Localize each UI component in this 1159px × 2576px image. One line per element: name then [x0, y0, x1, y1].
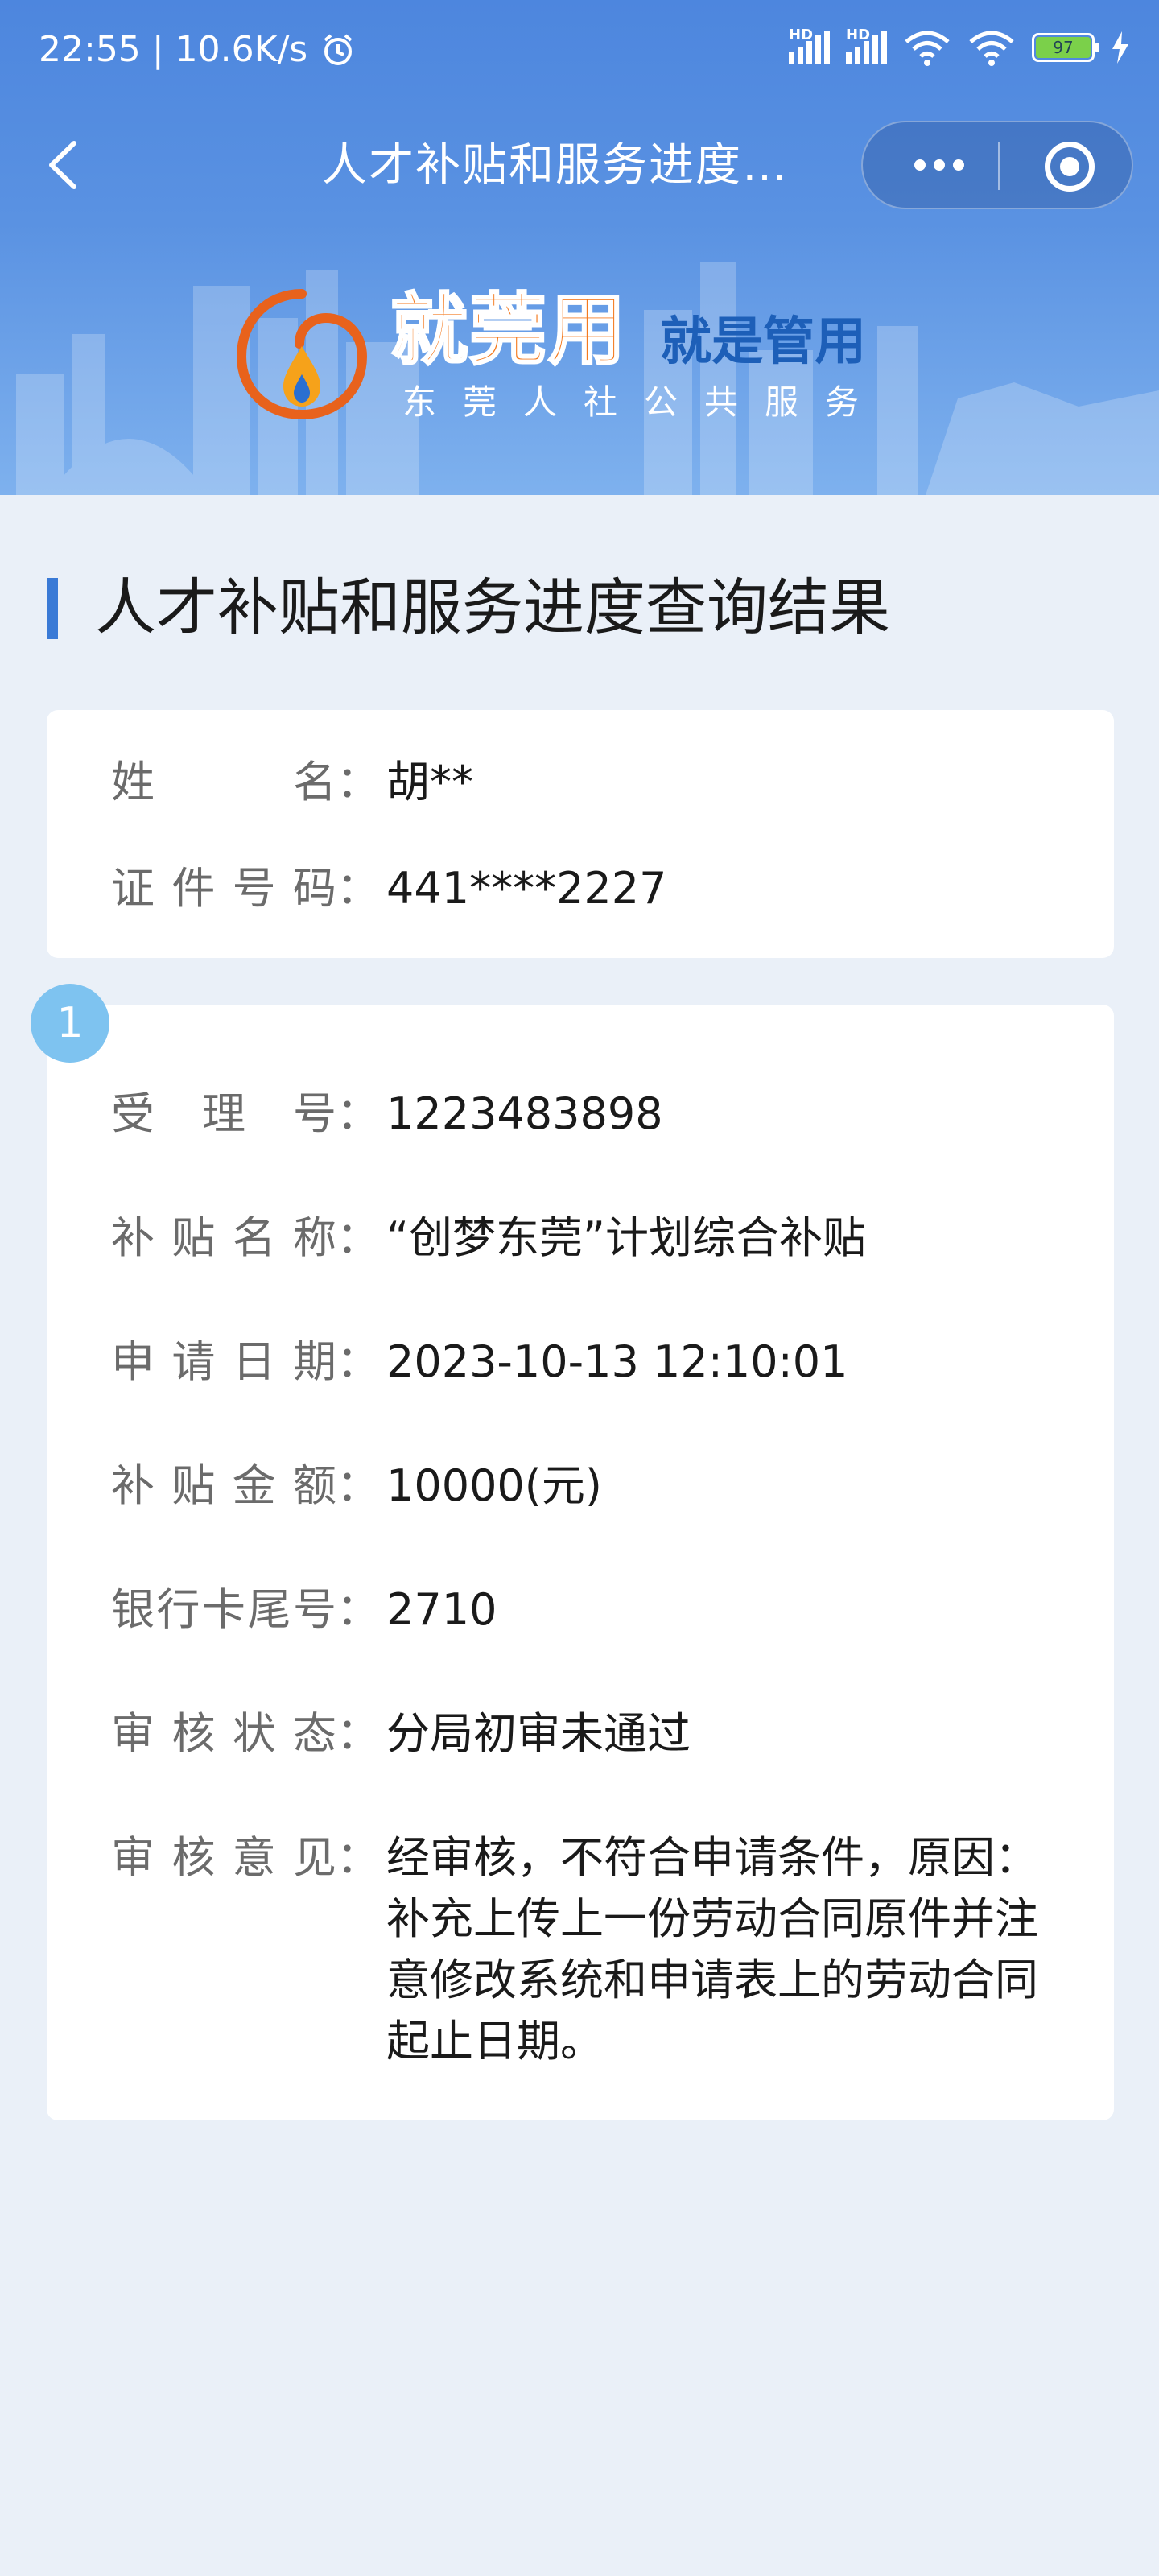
id-label: 证件号码	[111, 863, 336, 914]
field-label: 申请日期	[111, 1336, 336, 1387]
close-mini-program-icon[interactable]	[1045, 142, 1095, 192]
bank-card-tail: 2710	[386, 1584, 497, 1635]
review-status: 分局初审未通过	[386, 1708, 691, 1759]
chevron-left-icon	[49, 141, 76, 189]
brand-banner: 就莞用 就是管用 东莞人社公共服务	[233, 285, 958, 439]
brand-slogan: 就是管用	[660, 312, 866, 372]
field-label: 补贴名称	[111, 1212, 336, 1263]
name-label: 姓名	[111, 757, 336, 807]
battery-icon: 97	[1032, 33, 1099, 62]
brand-title: 就莞用	[390, 285, 627, 376]
field-label: 银行卡尾号	[111, 1584, 336, 1635]
subsidy-name: “创梦东莞”计划综合补贴	[386, 1212, 866, 1263]
nav-bar: 人才补贴和服务进度…	[0, 113, 1159, 217]
network-speed: 10.6K/s	[175, 29, 308, 70]
signal-icon-sim1: HD	[789, 27, 830, 64]
status-divider: |	[151, 29, 164, 70]
acceptance-number: 1223483898	[386, 1088, 663, 1139]
section-accent-bar	[47, 578, 58, 639]
battery-level: 97	[1036, 37, 1091, 58]
field-label: 补贴金额	[111, 1460, 336, 1511]
id-value: 441****2227	[386, 863, 667, 914]
review-comment: 经审核，不符合申请条件，原因：补充上传上一份劳动合同原件并注意修改系统和申请表上…	[386, 1832, 1038, 2066]
brand-logo-icon	[236, 289, 368, 420]
subsidy-amount: 10000(元)	[386, 1460, 602, 1511]
more-icon[interactable]	[895, 138, 984, 192]
wifi-icon-secondary	[969, 31, 1014, 66]
field-label: 受理号	[111, 1088, 336, 1139]
header-banner: 22:55 | 10.6K/s HD HD 97 人才补贴和服务进度… 就莞用 …	[0, 0, 1159, 495]
nav-title: 人才补贴和服务进度…	[322, 139, 789, 192]
status-bar: 22:55 | 10.6K/s HD HD 97	[0, 0, 1159, 105]
person-info-card: 姓名： 胡** 证件号码： 441****2227	[47, 710, 1114, 958]
field-label: 审核状态	[111, 1708, 336, 1759]
alarm-icon	[324, 33, 353, 65]
status-time: 22:55	[39, 29, 141, 70]
mini-program-capsule	[861, 121, 1133, 209]
subsidy-record-card: 受理号： 1223483898 补贴名称： “创梦东莞”计划综合补贴 申请日期：…	[47, 1005, 1114, 2120]
page-title: 人才补贴和服务进度查询结果	[95, 572, 890, 643]
name-value: 胡**	[386, 757, 473, 807]
application-date: 2023-10-13 12:10:01	[386, 1336, 848, 1387]
field-label: 审核意见	[111, 1832, 336, 1883]
wifi-icon	[905, 31, 950, 66]
signal-icon-sim2: HD	[846, 27, 887, 64]
record-index-badge: 1	[31, 984, 109, 1063]
capsule-divider	[998, 142, 1000, 190]
back-button[interactable]	[40, 137, 97, 193]
charging-icon	[1112, 31, 1128, 64]
brand-subtitle: 东莞人社公共服务	[402, 382, 886, 422]
